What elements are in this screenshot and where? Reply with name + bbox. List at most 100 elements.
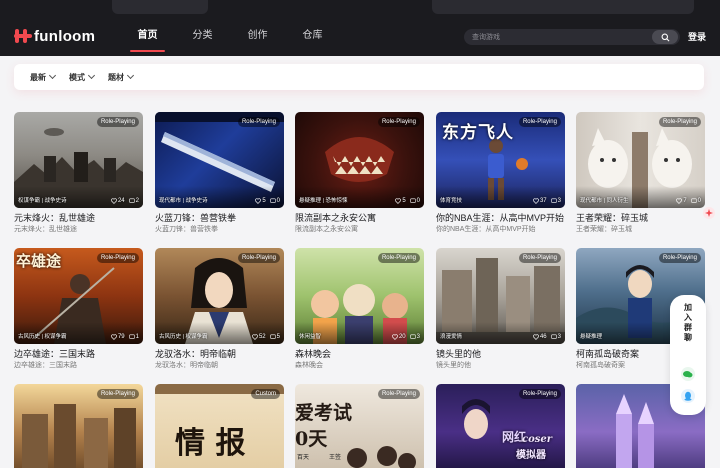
game-card[interactable]: Role-Playing 休闲益智 20 3 森林晚会 森林晚会: [295, 248, 424, 370]
comment-icon: [128, 198, 135, 203]
game-thumbnail: Role-Playing 权谋争霸 | 战争史诗 24 2: [14, 112, 143, 208]
genre-badge: Role-Playing: [237, 253, 280, 263]
filter-bar: 最新 模式 题材: [14, 64, 704, 90]
game-card[interactable]: Role-Playing 现代都市 | 同人衍生 7 0 王者荣耀：碎玉城 王者…: [576, 112, 705, 234]
cover-footnote: 百天: [297, 455, 310, 461]
card-stats: 52 5: [252, 333, 280, 341]
nav-item-create[interactable]: 创作: [230, 22, 285, 54]
tag-line: 体育竞技: [440, 198, 463, 204]
genre-badge: Role-Playing: [518, 253, 561, 263]
game-thumbnail: 爱考试 0天 百天 王签 Role-Playing: [295, 384, 424, 468]
login-button[interactable]: 登录: [688, 30, 706, 43]
filter-label: 模式: [69, 72, 85, 82]
like-count: 52: [252, 333, 266, 341]
game-card[interactable]: 爱考试 0天 百天 王签 Role-Playing: [295, 384, 424, 468]
like-count: 20: [392, 333, 406, 341]
tag-line: 悬疑推理 | 恐怖惊悚: [299, 198, 348, 204]
chevron-down-icon: [48, 71, 57, 80]
tag-line: 现代都市 | 战争史诗: [159, 198, 208, 204]
cover-countdown: 0天: [295, 428, 328, 450]
game-card[interactable]: 卒雄途 Role-Playing 古风历史 | 权谋争霸 79 1 边卒雄途：三…: [14, 248, 143, 370]
game-card[interactable]: 情 报 Custom: [155, 384, 284, 468]
game-subtitle: 龙驭洛水：明帝临朝: [155, 362, 218, 369]
heart-icon: [111, 198, 117, 204]
genre-badge: Role-Playing: [518, 117, 561, 127]
join-group-widget[interactable]: 加入群聊: [670, 295, 706, 415]
game-subtitle: 元末烽火：乱世雄途: [14, 226, 77, 233]
genre-badge: Role-Playing: [377, 117, 420, 127]
like-count: 46: [533, 333, 547, 341]
comment-count: 0: [269, 197, 280, 205]
logo[interactable]: funloom: [14, 26, 95, 46]
tag-line: 古风历史 | 权谋争霸: [18, 334, 67, 340]
wechat-icon[interactable]: [681, 367, 695, 381]
game-title: 龙驭洛水：明帝临朝: [155, 349, 237, 359]
comment-count: 3: [409, 333, 420, 341]
game-thumbnail: 卒雄途 Role-Playing 古风历史 | 权谋争霸 79 1: [14, 248, 143, 344]
game-title: 边卒雄途：三国末路: [14, 349, 96, 359]
card-stats: 5 0: [255, 197, 280, 205]
tag-line: 浪漫爱情: [440, 334, 463, 340]
main-nav: 首页 分类 创作 仓库: [120, 22, 340, 54]
filter-mode[interactable]: 模式: [69, 71, 96, 83]
heart-icon: [676, 198, 683, 204]
game-card[interactable]: Role-Playing 权谋争霸 | 战争史诗 24 2 元末烽火：乱世雄途 …: [14, 112, 143, 234]
search-box: [464, 29, 680, 45]
filter-genre[interactable]: 题材: [108, 71, 135, 83]
sparkle-icon: [705, 209, 713, 217]
game-thumbnail: Role-Playing 现代都市 | 同人衍生 7 0: [576, 112, 705, 208]
genre-badge: Role-Playing: [96, 253, 139, 263]
cover-title: 东方飞人: [442, 123, 514, 143]
genre-badge: Role-Playing: [96, 117, 139, 127]
like-count: 79: [111, 333, 125, 341]
game-title: 镜头里的他: [436, 349, 482, 359]
heart-icon: [252, 334, 258, 340]
game-card[interactable]: Role-Playing 浪漫爱情 46 3 镜头里的他 镜头里的他: [436, 248, 565, 370]
filter-label: 最新: [30, 72, 46, 82]
heart-icon: [533, 334, 539, 340]
game-thumbnail: 东方飞人 Role-Playing 体育竞技 37 3: [436, 112, 565, 208]
qq-icon[interactable]: [681, 389, 695, 403]
genre-badge: Role-Playing: [377, 253, 420, 263]
nav-item-category[interactable]: 分类: [175, 22, 230, 54]
card-stats: 79 1: [111, 333, 139, 341]
comment-icon: [409, 334, 416, 339]
join-group-label: 加入群聊: [684, 303, 692, 342]
floating-assistant-button[interactable]: [703, 207, 715, 219]
search-input[interactable]: [464, 29, 650, 45]
cover-title: 爱考试: [295, 402, 353, 424]
game-thumbnail: Role-Playing 古风历史 | 权谋争霸 52 5: [155, 248, 284, 344]
game-card[interactable]: Role-Playing 现代都市 | 战争史诗 5 0 火蓝刀锋：兽营铁拳 火…: [155, 112, 284, 234]
card-stats: 37 3: [533, 197, 561, 205]
game-title: 王者荣耀：碎玉城: [576, 213, 649, 223]
game-card[interactable]: 网红 coser 模拟器 Role-Playing: [436, 384, 565, 468]
game-thumbnail: 网红 coser 模拟器 Role-Playing: [436, 384, 565, 468]
cover-subtitle: 模拟器: [516, 450, 546, 461]
card-stats: 7 0: [676, 197, 701, 205]
heart-icon: [111, 334, 117, 340]
genre-badge: Role-Playing: [377, 389, 420, 399]
game-card[interactable]: 东方飞人 Role-Playing 体育竞技 37 3 你的NBA生涯：从高中M…: [436, 112, 565, 234]
search-button[interactable]: [652, 30, 678, 44]
nav-item-home[interactable]: 首页: [120, 22, 175, 54]
heart-icon: [395, 198, 402, 204]
game-subtitle: 王者荣耀：碎玉城: [576, 226, 632, 233]
filter-label: 题材: [108, 72, 124, 82]
like-count: 7: [676, 197, 687, 205]
nav-item-library[interactable]: 仓库: [285, 22, 340, 54]
comment-icon: [269, 334, 276, 339]
search-icon: [661, 33, 669, 41]
game-subtitle: 森林晚会: [295, 362, 323, 369]
comment-count: 5: [269, 333, 280, 341]
game-card[interactable]: Role-Playing 悬疑推理 | 恐怖惊悚 5 0 限流副本之永安公寓 限…: [295, 112, 424, 234]
game-subtitle: 边卒雄途：三国末路: [14, 362, 77, 369]
game-card[interactable]: Role-Playing: [14, 384, 143, 468]
card-stats: 20 3: [392, 333, 420, 341]
cover-title: 情 报: [175, 426, 246, 461]
cover-subtitle: coser: [522, 434, 553, 445]
filter-latest[interactable]: 最新: [30, 71, 57, 83]
cover-footnote: 王签: [329, 455, 342, 461]
comment-icon: [690, 198, 697, 203]
game-card[interactable]: Role-Playing 古风历史 | 权谋争霸 52 5 龙驭洛水：明帝临朝 …: [155, 248, 284, 370]
like-count: 5: [395, 197, 406, 205]
